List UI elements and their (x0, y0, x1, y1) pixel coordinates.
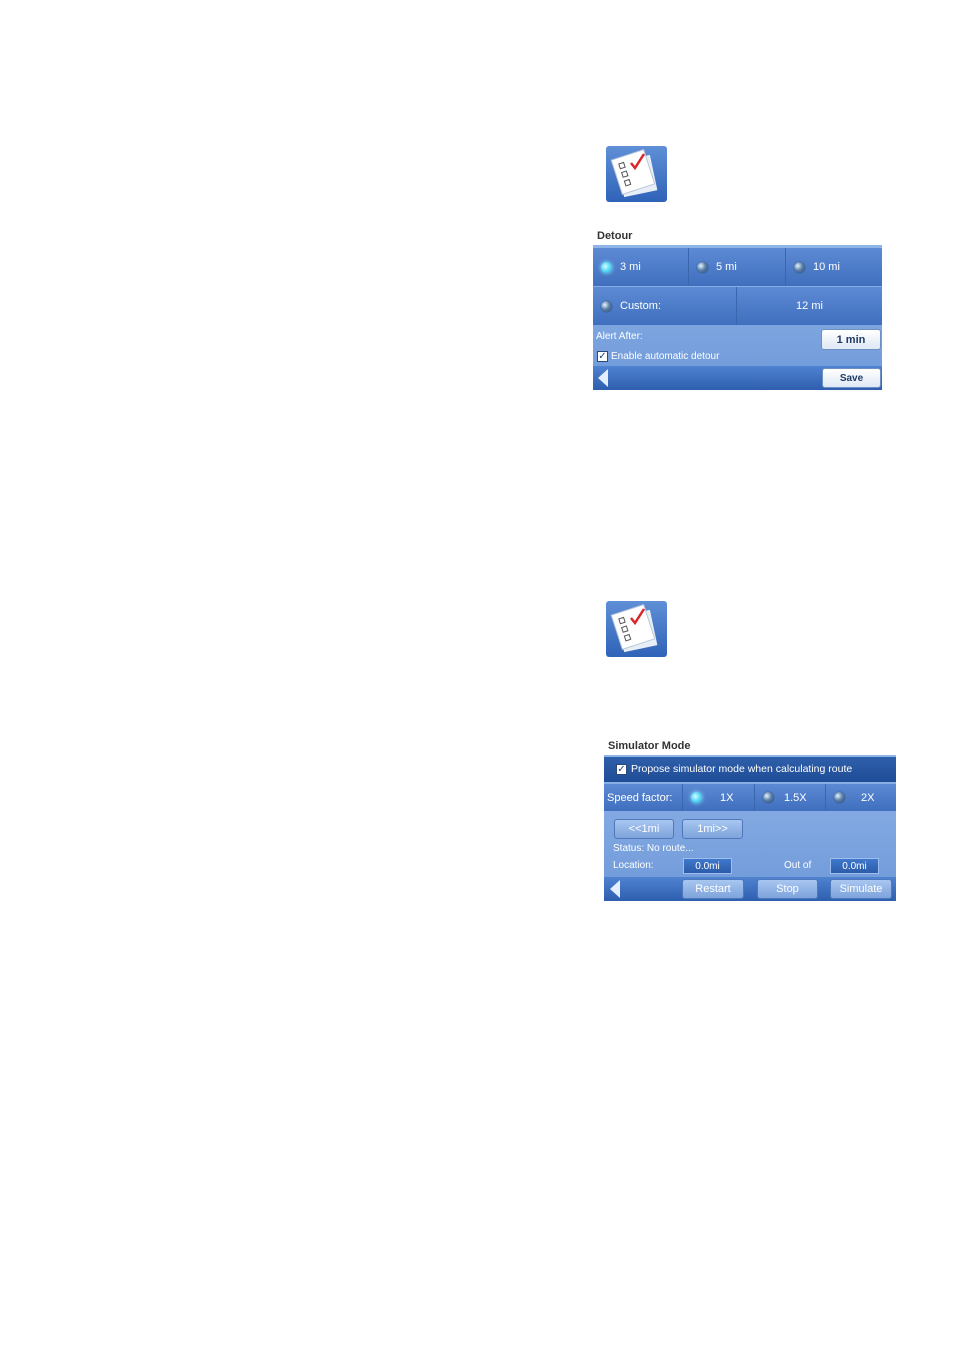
save-button[interactable]: Save (822, 368, 881, 388)
forward-1mi-button[interactable]: 1mi>> (682, 819, 743, 839)
alert-after-label: Alert After: (596, 331, 643, 342)
simulator-panel: ✓ Propose simulator mode when calculatin… (604, 755, 896, 901)
radio-icon (601, 300, 612, 312)
status-text: Status: No route... (613, 843, 694, 854)
simulator-title: Simulator Mode (608, 740, 691, 752)
detour-distance-row: 3 mi 5 mi 10 mi (593, 248, 882, 286)
location-value: 0.0mi (683, 858, 732, 874)
speed-factor-label-cell: Speed factor: (604, 784, 683, 811)
detour-panel: 3 mi 5 mi 10 mi Custom: 12 mi Alert Afte… (593, 245, 882, 390)
back-arrow-icon[interactable] (598, 369, 608, 387)
speed-factor-label: Speed factor: (607, 791, 673, 804)
detour-option-5mi[interactable]: 5 mi (689, 248, 786, 286)
simulator-bottom-bar: Restart Stop Simulate (604, 877, 896, 901)
stop-button[interactable]: Stop (757, 879, 818, 899)
enable-detour-checkbox[interactable]: ✓ (597, 351, 608, 362)
enable-detour-label: Enable automatic detour (611, 351, 720, 362)
restart-button[interactable]: Restart (682, 879, 744, 899)
speed-option-1x[interactable]: 1X (683, 784, 755, 811)
alert-after-button[interactable]: 1 min (821, 329, 881, 350)
radio-icon (834, 792, 845, 803)
radio-icon (794, 261, 805, 273)
location-label: Location: (613, 860, 654, 871)
custom-label: Custom: (620, 300, 661, 312)
detour-bottom-bar: Save (593, 366, 882, 390)
simulate-button[interactable]: Simulate (830, 879, 892, 899)
detour-option-label: 5 mi (716, 261, 737, 273)
detour-option-10mi[interactable]: 10 mi (786, 248, 882, 286)
checklist-icon (606, 146, 667, 202)
propose-simulator-checkbox[interactable]: ✓ (616, 764, 627, 775)
detour-option-label: 10 mi (813, 261, 840, 273)
out-of-value: 0.0mi (830, 858, 879, 874)
propose-row: ✓ Propose simulator mode when calculatin… (604, 757, 896, 782)
detour-title: Detour (597, 230, 633, 242)
checkmark-icon: ✓ (598, 350, 607, 362)
radio-icon (763, 792, 774, 803)
detour-option-3mi[interactable]: 3 mi (593, 248, 689, 286)
custom-value: 12 mi (796, 300, 823, 312)
speed-option-2x[interactable]: 2X (826, 784, 896, 811)
detour-custom-row: Custom: 12 mi (593, 287, 882, 325)
radio-selected-icon (691, 792, 702, 803)
checkmark-icon: ✓ (617, 763, 626, 775)
speed-option-label: 1X (720, 791, 734, 804)
radio-icon (697, 261, 708, 273)
custom-value-field[interactable]: 12 mi (737, 287, 882, 325)
radio-selected-icon (601, 261, 612, 273)
detour-option-custom[interactable]: Custom: (593, 287, 737, 325)
speed-factor-row: Speed factor: 1X 1.5X 2X (604, 784, 896, 811)
out-of-label: Out of (784, 860, 812, 871)
back-arrow-icon[interactable] (610, 880, 620, 898)
speed-option-label: 1.5X (784, 791, 807, 804)
back-1mi-button[interactable]: <<1mi (614, 819, 674, 839)
checklist-icon (606, 601, 667, 657)
detour-option-label: 3 mi (620, 261, 641, 273)
speed-option-1-5x[interactable]: 1.5X (755, 784, 826, 811)
speed-option-label: 2X (861, 791, 875, 804)
propose-simulator-label: Propose simulator mode when calculating … (631, 763, 853, 775)
